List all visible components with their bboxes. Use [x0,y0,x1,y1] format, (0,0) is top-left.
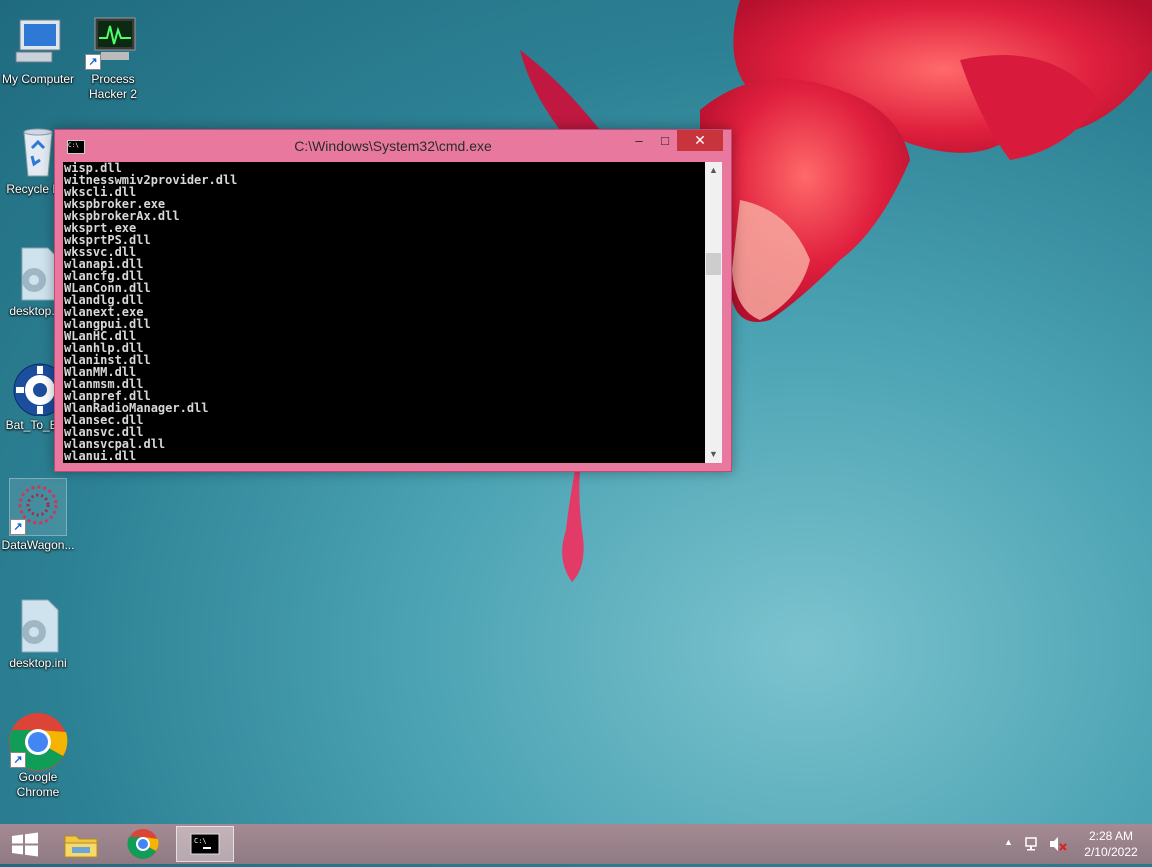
console-line: wlansec.dll [64,413,144,427]
desktop-icon-desktop-ini-2[interactable]: desktop.ini [0,598,76,671]
desktop-icon-google-chrome[interactable]: ↗ Google Chrome [0,712,76,800]
console-line: wlanhlp.dll [64,341,144,355]
console-line: witnesswmiv2provider.dll [64,173,238,187]
computer-icon [10,14,66,70]
console-line: WlanRadioManager.dll [64,401,209,415]
title-bar[interactable]: C:\ C:\Windows\System32\cmd.exe – □ ✕ [55,130,731,162]
console-line: wlanapi.dll [64,257,144,271]
cmd-icon: C:\ [190,833,220,855]
icon-label: desktop.ini [9,656,67,670]
console-line: WLanHC.dll [64,329,137,343]
system-tray: ▲ [1000,824,1076,864]
console-line: wkspbrokerAx.dll [64,209,180,223]
folder-icon [64,835,98,858]
taskbar-cmd[interactable]: C:\ [176,826,234,862]
start-button[interactable] [0,826,54,862]
clock-time: 2:28 AM [1088,829,1134,843]
taskbar-chrome[interactable] [116,826,170,862]
console-line: wksprt.exe [64,221,137,235]
close-button[interactable]: ✕ [677,130,723,151]
console-line: WlanMM.dll [64,365,137,379]
chrome-icon [127,829,159,859]
console-line: wlaninst.dll [64,353,151,367]
console-line: wksprtPS.dll [64,233,151,247]
console-output[interactable]: wisp.dll witnesswmiv2provider.dll wkscli.d… [63,162,705,463]
console-line: wlanui.dll [64,449,137,463]
icon-label: My Computer [1,72,75,86]
shortcut-arrow-icon: ↗ [10,752,26,768]
maximize-button[interactable]: □ [653,130,677,151]
clock-date: 2/10/2022 [1084,845,1138,859]
icon-label: DataWagon... [1,538,75,552]
minimize-button[interactable]: – [627,130,651,151]
datawagon-icon: ↗ [9,478,67,536]
svg-text:C:\: C:\ [194,837,207,845]
scroll-down-arrow-icon[interactable]: ▼ [705,446,722,463]
clock[interactable]: 2:28 AM 2/10/2022 [1076,828,1146,860]
process-hacker-icon: ↗ [85,14,141,70]
desktop-icon-my-computer[interactable]: My Computer [0,14,76,87]
console-lines: wisp.dll witnesswmiv2provider.dll wkscli.d… [63,162,705,462]
settings-file-icon [10,598,66,654]
console-line: wlanext.exe [64,305,144,319]
desktop-icon-datawagon[interactable]: ↗ DataWagon... [0,478,76,553]
shortcut-arrow-icon: ↗ [10,519,26,535]
console-line: wkssvc.dll [64,245,137,259]
console-line: wlandlg.dll [64,293,144,307]
cmd-window[interactable]: C:\ C:\Windows\System32\cmd.exe – □ ✕ wi… [54,129,732,472]
console-line: wlansvcpal.dll [64,437,166,451]
console-line: wlanmsm.dll [64,377,144,391]
chrome-icon: ↗ [9,712,68,771]
volume-muted-icon[interactable] [1048,836,1068,852]
icon-label: Process Hacker 2 [88,72,138,101]
shortcut-arrow-icon: ↗ [85,54,101,70]
console-line: wlancfg.dll [64,269,144,283]
network-icon[interactable] [1024,836,1042,852]
taskbar-file-explorer[interactable] [54,826,108,862]
vertical-scrollbar[interactable]: ▲ ▼ [705,162,722,463]
console-line: WLanConn.dll [64,281,151,295]
taskbar: C:\ ▲ 2:28 AM 2/10/2022 [0,824,1152,864]
desktop-icon-process-hacker[interactable]: ↗ Process Hacker 2 [75,14,151,102]
scrollbar-thumb[interactable] [706,252,721,275]
console-line: wlangpui.dll [64,317,151,331]
windows-logo-icon [12,832,38,857]
scroll-up-arrow-icon[interactable]: ▲ [705,162,722,179]
icon-label: Google Chrome [16,770,60,799]
show-hidden-icons-icon[interactable]: ▲ [1004,837,1013,847]
